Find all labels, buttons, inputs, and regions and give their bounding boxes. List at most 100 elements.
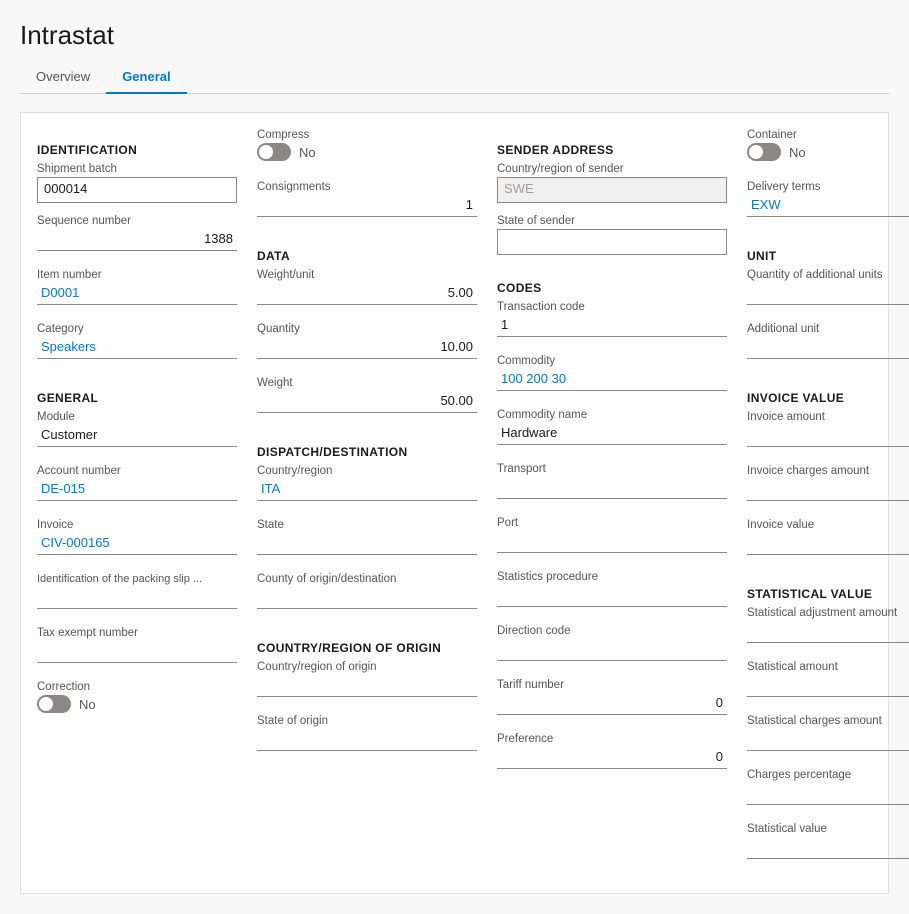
invoice-value-header: INVOICE VALUE (747, 391, 909, 405)
transport-value[interactable] (497, 477, 727, 499)
column-4: Container No Delivery terms EXW UNIT Qua… (747, 129, 909, 877)
state-sender-input[interactable] (497, 229, 727, 255)
stat-amount-field: Statistical amount 3,290.00 (747, 661, 909, 705)
port-field: Port (497, 517, 727, 561)
invoice-charges-value[interactable]: 0.00 (747, 479, 909, 501)
invoice-value-value[interactable]: 3,290.00 (747, 533, 909, 555)
commodity-value[interactable]: 100 200 30 (497, 369, 727, 391)
data-header: DATA (257, 249, 477, 263)
port-label: Port (497, 517, 727, 529)
direction-code-value[interactable] (497, 639, 727, 661)
transaction-code-label: Transaction code (497, 301, 727, 313)
state-value[interactable] (257, 533, 477, 555)
charges-pct-value[interactable]: 0.00 (747, 783, 909, 805)
tab-overview[interactable]: Overview (20, 63, 106, 94)
account-number-value[interactable]: DE-015 (37, 479, 237, 501)
invoice-value-label: Invoice value (747, 519, 909, 531)
stat-amount-value[interactable]: 3,290.00 (747, 675, 909, 697)
preference-value[interactable]: 0 (497, 747, 727, 769)
dispatch-country-field: Country/region ITA (257, 465, 477, 509)
country-region-origin-label: Country/region of origin (257, 661, 477, 673)
country-region-origin-value[interactable] (257, 675, 477, 697)
column-1: IDENTIFICATION Shipment batch 000014 Seq… (37, 129, 237, 877)
module-label: Module (37, 411, 237, 423)
qty-additional-field: Quantity of additional units 0.00 (747, 269, 909, 313)
country-sender-field: Country/region of sender SWE (497, 163, 727, 205)
weight-unit-value[interactable]: 5.00 (257, 283, 477, 305)
item-number-value[interactable]: D0001 (37, 283, 237, 305)
state-field: State (257, 519, 477, 563)
charges-pct-field: Charges percentage 0.00 (747, 769, 909, 813)
county-origin-value[interactable] (257, 587, 477, 609)
tariff-number-value[interactable]: 0 (497, 693, 727, 715)
stat-adjustment-field: Statistical adjustment amount 0.00 (747, 607, 909, 651)
item-number-field: Item number D0001 (37, 269, 237, 313)
compress-toggle-label: No (299, 145, 316, 160)
identification-header: IDENTIFICATION (37, 143, 237, 157)
general-header: GENERAL (37, 391, 237, 405)
charges-pct-label: Charges percentage (747, 769, 909, 781)
invoice-value[interactable]: CIV-000165 (37, 533, 237, 555)
item-number-label: Item number (37, 269, 237, 281)
stat-value-value[interactable]: 3,290.00 (747, 837, 909, 859)
transaction-code-field: Transaction code 1 (497, 301, 727, 345)
invoice-amount-label: Invoice amount (747, 411, 909, 423)
module-field: Module Customer (37, 411, 237, 455)
stat-amount-label: Statistical amount (747, 661, 909, 673)
direction-code-field: Direction code (497, 625, 727, 669)
container-toggle-row: No (747, 143, 909, 161)
state-sender-field: State of sender (497, 215, 727, 257)
statistics-procedure-field: Statistics procedure (497, 571, 727, 615)
weight-unit-label: Weight/unit (257, 269, 477, 281)
compress-toggle[interactable] (257, 143, 291, 161)
correction-toggle[interactable] (37, 695, 71, 713)
unit-header: UNIT (747, 249, 909, 263)
qty-additional-value[interactable]: 0.00 (747, 283, 909, 305)
consignments-value: 1 (257, 195, 477, 217)
invoice-amount-value[interactable]: 3,290.00 (747, 425, 909, 447)
additional-unit-field: Additional unit (747, 323, 909, 367)
sequence-number-value: 1388 (37, 229, 237, 251)
stat-charges-label: Statistical charges amount (747, 715, 909, 727)
quantity-value[interactable]: 10.00 (257, 337, 477, 359)
port-value[interactable] (497, 531, 727, 553)
tariff-number-field: Tariff number 0 (497, 679, 727, 723)
county-origin-label: County of origin/destination (257, 573, 477, 585)
transaction-code-value[interactable]: 1 (497, 315, 727, 337)
tax-exempt-value[interactable] (37, 641, 237, 663)
container-toggle[interactable] (747, 143, 781, 161)
additional-unit-value[interactable] (747, 337, 909, 359)
invoice-charges-field: Invoice charges amount 0.00 (747, 465, 909, 509)
county-origin-field: County of origin/destination (257, 573, 477, 617)
stat-adjustment-value[interactable]: 0.00 (747, 621, 909, 643)
delivery-terms-value[interactable]: EXW (747, 195, 909, 217)
invoice-field: Invoice CIV-000165 (37, 519, 237, 563)
category-field: Category Speakers (37, 323, 237, 367)
statistical-value-header: STATISTICAL VALUE (747, 587, 909, 601)
statistics-procedure-value[interactable] (497, 585, 727, 607)
packing-slip-value[interactable] (37, 587, 237, 609)
dispatch-country-value[interactable]: ITA (257, 479, 477, 501)
sequence-number-field: Sequence number 1388 (37, 215, 237, 259)
shipment-batch-field: Shipment batch 000014 (37, 163, 237, 205)
correction-field: Correction No (37, 681, 237, 723)
correction-label: Correction (37, 681, 237, 693)
stat-charges-field: Statistical charges amount 0.00 (747, 715, 909, 759)
tab-general[interactable]: General (106, 63, 186, 94)
category-value[interactable]: Speakers (37, 337, 237, 359)
commodity-name-field: Commodity name Hardware (497, 409, 727, 453)
container-row: Container No (747, 129, 909, 171)
shipment-batch-input[interactable]: 000014 (37, 177, 237, 203)
weight-field: Weight 50.00 (257, 377, 477, 421)
transport-field: Transport (497, 463, 727, 507)
country-sender-input: SWE (497, 177, 727, 203)
weight-value[interactable]: 50.00 (257, 391, 477, 413)
commodity-name-value[interactable]: Hardware (497, 423, 727, 445)
commodity-field: Commodity 100 200 30 (497, 355, 727, 399)
stat-charges-value[interactable]: 0.00 (747, 729, 909, 751)
correction-toggle-label: No (79, 697, 96, 712)
state-of-origin-value[interactable] (257, 729, 477, 751)
invoice-amount-field: Invoice amount 3,290.00 (747, 411, 909, 455)
state-of-origin-field: State of origin (257, 715, 477, 759)
additional-unit-label: Additional unit (747, 323, 909, 335)
